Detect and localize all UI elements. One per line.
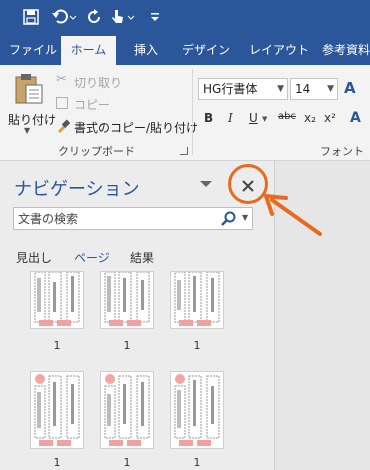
customize-icon[interactable] [148, 6, 162, 28]
page-number: 1 [53, 339, 61, 352]
chevron-down-icon: ▼ [327, 84, 334, 94]
paste-button[interactable]: 貼り付け ▼ [6, 71, 56, 135]
navigation-title: ナビゲーション [14, 179, 140, 200]
copy-button[interactable]: コピー [56, 95, 136, 113]
superscript-button[interactable]: x² [324, 111, 336, 125]
ribbon-tabs: ファイル ホーム 挿入 デザイン レイアウト 参考資料 [0, 36, 370, 65]
ribbon: 貼り付け ▼ ✂ 切り取り コピー 書式のコピー/貼り付け クリップボード HG… [0, 65, 370, 161]
tab-design[interactable]: デザイン [178, 36, 234, 65]
page-thumbnail-preview [34, 272, 80, 326]
clipboard-group-label: クリップボード [58, 145, 135, 158]
page-number: 1 [123, 339, 131, 352]
paste-label: 貼り付け [8, 113, 57, 127]
tab-pages[interactable]: ページ [74, 249, 110, 266]
font-family-select[interactable]: HG行書体 ▼ [198, 78, 288, 100]
clipboard-icon [15, 74, 43, 104]
bold-button[interactable]: B [204, 111, 213, 125]
navigation-pane: ナビゲーション 文書の検索 ▼ 見出し ページ 結果 1 1 1 1 1 1 [0, 161, 274, 470]
page-thumbnail[interactable] [30, 271, 84, 329]
tab-insert[interactable]: 挿入 [122, 36, 170, 65]
redo-icon[interactable] [84, 6, 104, 28]
page-thumbnail[interactable] [170, 371, 224, 449]
touch-mode-icon[interactable] [108, 6, 138, 28]
page-thumbnail[interactable] [170, 271, 224, 329]
page-thumbnail[interactable] [100, 271, 154, 329]
font-group-label: フォント [320, 145, 364, 158]
cut-label: 切り取り [74, 76, 123, 90]
page-thumbnail-preview [174, 272, 220, 326]
page-thumbnail-preview [174, 374, 220, 446]
page-number: 1 [123, 456, 131, 469]
copy-label: コピー [74, 98, 111, 112]
dialog-launcher-icon[interactable] [180, 147, 188, 155]
chevron-down-icon[interactable]: ▼ [262, 115, 267, 123]
chevron-down-icon[interactable]: ▼ [242, 213, 248, 222]
page-thumbnail-preview [104, 272, 150, 326]
underline-button[interactable]: U [249, 111, 258, 125]
font-size-select[interactable]: 14 ▼ [290, 78, 338, 100]
pane-options-icon[interactable] [200, 179, 212, 189]
save-icon[interactable] [20, 6, 42, 28]
page-thumbnail[interactable] [100, 371, 154, 449]
format-painter-icon [58, 119, 70, 133]
grow-font-icon[interactable]: A [344, 79, 356, 97]
strikethrough-button[interactable]: abc [278, 111, 296, 122]
chevron-down-icon: ▼ [24, 126, 31, 135]
page-thumbnail[interactable] [30, 371, 84, 449]
page-number: 1 [193, 339, 201, 352]
tab-file[interactable]: ファイル [8, 36, 58, 65]
scissors-icon: ✂ [56, 72, 67, 87]
tab-references[interactable]: 参考資料 [322, 36, 370, 65]
group-divider [192, 69, 193, 155]
search-box[interactable]: 文書の検索 ▼ [13, 207, 253, 230]
page-thumbnail-preview [34, 374, 80, 446]
tab-headings[interactable]: 見出し [16, 249, 52, 266]
page-number: 1 [193, 456, 201, 469]
tab-results[interactable]: 結果 [130, 249, 154, 266]
quick-access-toolbar [0, 0, 370, 36]
cut-button[interactable]: ✂ 切り取り [56, 72, 136, 91]
subscript-button[interactable]: x₂ [304, 111, 316, 125]
chevron-down-icon: ▼ [277, 84, 284, 94]
page-number: 1 [53, 456, 61, 469]
page-thumbnail-preview [104, 374, 150, 446]
tab-home[interactable]: ホーム [61, 36, 116, 65]
font-size-value: 14 [295, 82, 311, 96]
pointer-arrow-icon [264, 194, 322, 236]
search-icon[interactable] [220, 211, 236, 227]
format-painter-label: 書式のコピー/貼り付け [74, 121, 199, 135]
undo-icon[interactable] [50, 6, 78, 28]
text-effects-icon[interactable]: A [350, 110, 361, 126]
format-painter-button[interactable]: 書式のコピー/貼り付け [56, 118, 198, 136]
search-input[interactable]: 文書の検索 [18, 210, 208, 227]
italic-button[interactable]: I [228, 111, 233, 125]
tab-layout[interactable]: レイアウト [244, 36, 314, 65]
font-family-value: HG行書体 [203, 82, 258, 96]
copy-icon [56, 97, 68, 109]
